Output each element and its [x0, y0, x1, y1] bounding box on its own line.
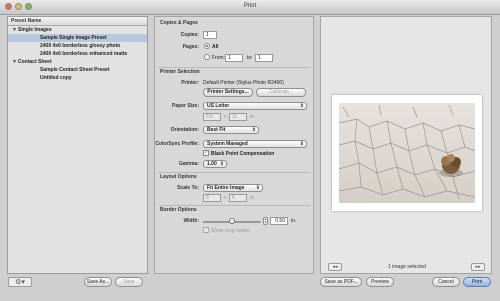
- photo-thumbnail: [339, 103, 475, 203]
- paper-size-popup[interactable]: US Letter ⇕: [203, 102, 307, 110]
- preview-panel: ◂◂ 1 image selected ▸▸: [320, 16, 492, 274]
- black-point-label: Black Point Compensation: [211, 151, 275, 157]
- preset-item-sample-contact[interactable]: Sample Contact Sheet Preset: [8, 66, 147, 74]
- gamma-popup[interactable]: 1.00 ⇕: [203, 160, 227, 168]
- paper-height-field: 11: [229, 113, 247, 121]
- save-as-pdf-button[interactable]: Save as PDF...: [320, 277, 362, 287]
- options-panel: Copies & Pages Copies: 1 Pages: All From…: [154, 16, 314, 274]
- pages-all-radio[interactable]: [204, 43, 210, 49]
- preset-panel: Preset Name ▼ Single Images Sample Singl…: [7, 16, 148, 274]
- pages-label: Pages:: [182, 44, 199, 50]
- divider: [158, 205, 310, 206]
- scale-popup[interactable]: Fit Entire Image ⇕: [203, 184, 263, 192]
- orientation-popup[interactable]: Best Fit ⇕: [203, 126, 259, 134]
- image-x-label: x: [224, 195, 227, 201]
- preset-item-glossy[interactable]: 2400 4x6 borderless glossy photo: [8, 42, 147, 50]
- scale-label: Scale To:: [177, 185, 199, 191]
- copies-pages-title: Copies & Pages: [160, 20, 198, 26]
- preset-item-untitled-copy[interactable]: Untitled copy: [8, 74, 147, 82]
- border-width-label: Width:: [183, 218, 199, 224]
- gamma-label: Gamma:: [178, 161, 199, 167]
- border-options-title: Border Options: [160, 207, 197, 213]
- border-width-field[interactable]: 0.50: [270, 217, 288, 225]
- title-bar: Print: [0, 0, 500, 15]
- border-width-slider-knob[interactable]: [229, 218, 235, 224]
- selection-count: 1 image selected: [388, 264, 426, 270]
- pages-from-radio[interactable]: [204, 54, 210, 60]
- printer-selection-title: Printer Selection: [160, 69, 200, 75]
- arrow-right-icon[interactable]: ▸▸: [471, 263, 485, 271]
- printer-value: Default Printer (Stylus Photo R2400): [203, 80, 284, 86]
- paper-preview: [332, 95, 482, 211]
- to-label: to:: [247, 55, 253, 61]
- popup-arrows-icon: ⇕: [219, 161, 224, 167]
- preset-header: Preset Name: [8, 17, 147, 26]
- print-dialog: Print Preset Name ▼ Single Images Sample…: [0, 0, 500, 301]
- from-field[interactable]: 1: [225, 54, 243, 62]
- orientation-label: Orientation:: [170, 127, 199, 133]
- window-title: Print: [243, 3, 257, 9]
- pages-all-label: All: [212, 44, 219, 50]
- image-width-field: 8: [203, 194, 221, 202]
- disclosure-triangle-icon[interactable]: ▼: [12, 58, 17, 66]
- colorsync-label: ColorSync Profile:: [155, 141, 199, 147]
- crop-marks-checkbox[interactable]: [203, 227, 209, 233]
- printer-settings-button[interactable]: Printer Settings...: [203, 88, 253, 97]
- disclosure-triangle-icon[interactable]: ▼: [12, 26, 17, 34]
- cracked-earth-photo-image: [339, 103, 475, 203]
- preset-item-matte[interactable]: 2400 4x6 borderless enhanced matte: [8, 50, 147, 58]
- popup-arrows-icon: ⇕: [255, 185, 260, 191]
- preset-group-contact-sheet[interactable]: ▼ Contact Sheet: [8, 58, 147, 66]
- border-unit-label: in.: [291, 218, 297, 224]
- printer-label: Printer:: [181, 80, 199, 86]
- gear-icon[interactable]: ⚙▾: [8, 277, 32, 287]
- copies-label: Copies:: [180, 32, 199, 38]
- image-height-field: 6: [229, 194, 247, 202]
- save-button[interactable]: Save: [115, 277, 143, 287]
- paper-width-field: 8.5: [203, 113, 221, 121]
- image-unit-label: in.: [250, 195, 256, 201]
- border-width-stepper[interactable]: ▴ ▾: [263, 217, 268, 225]
- divider: [158, 67, 310, 68]
- divider: [158, 172, 310, 173]
- paper-size-label: Paper Size:: [172, 103, 199, 109]
- crop-marks-label: Show crop marks: [211, 228, 250, 234]
- save-as-button[interactable]: Save As...: [84, 277, 112, 287]
- calibrate-button[interactable]: Calibrate...: [256, 88, 306, 97]
- paper-unit-label: in.: [250, 114, 256, 120]
- black-point-checkbox[interactable]: ✓: [203, 150, 209, 156]
- copies-field[interactable]: 1: [203, 31, 217, 39]
- from-label: From:: [212, 55, 226, 61]
- preset-item-sample-single[interactable]: Sample Single Image Preset: [8, 34, 147, 42]
- preview-button[interactable]: Preview: [366, 277, 394, 287]
- print-button[interactable]: Print: [463, 277, 491, 287]
- popup-arrows-icon: ⇕: [299, 103, 304, 109]
- popup-arrows-icon: ⇕: [251, 127, 256, 133]
- to-field[interactable]: 1: [255, 54, 273, 62]
- preset-group-single-images[interactable]: ▼ Single Images: [8, 26, 147, 34]
- layout-options-title: Layout Options: [160, 174, 197, 180]
- cancel-button[interactable]: Cancel: [432, 277, 460, 287]
- popup-arrows-icon: ⇕: [299, 141, 304, 147]
- paper-x-label: x: [224, 114, 227, 120]
- colorsync-popup[interactable]: System Managed ⇕: [203, 140, 307, 148]
